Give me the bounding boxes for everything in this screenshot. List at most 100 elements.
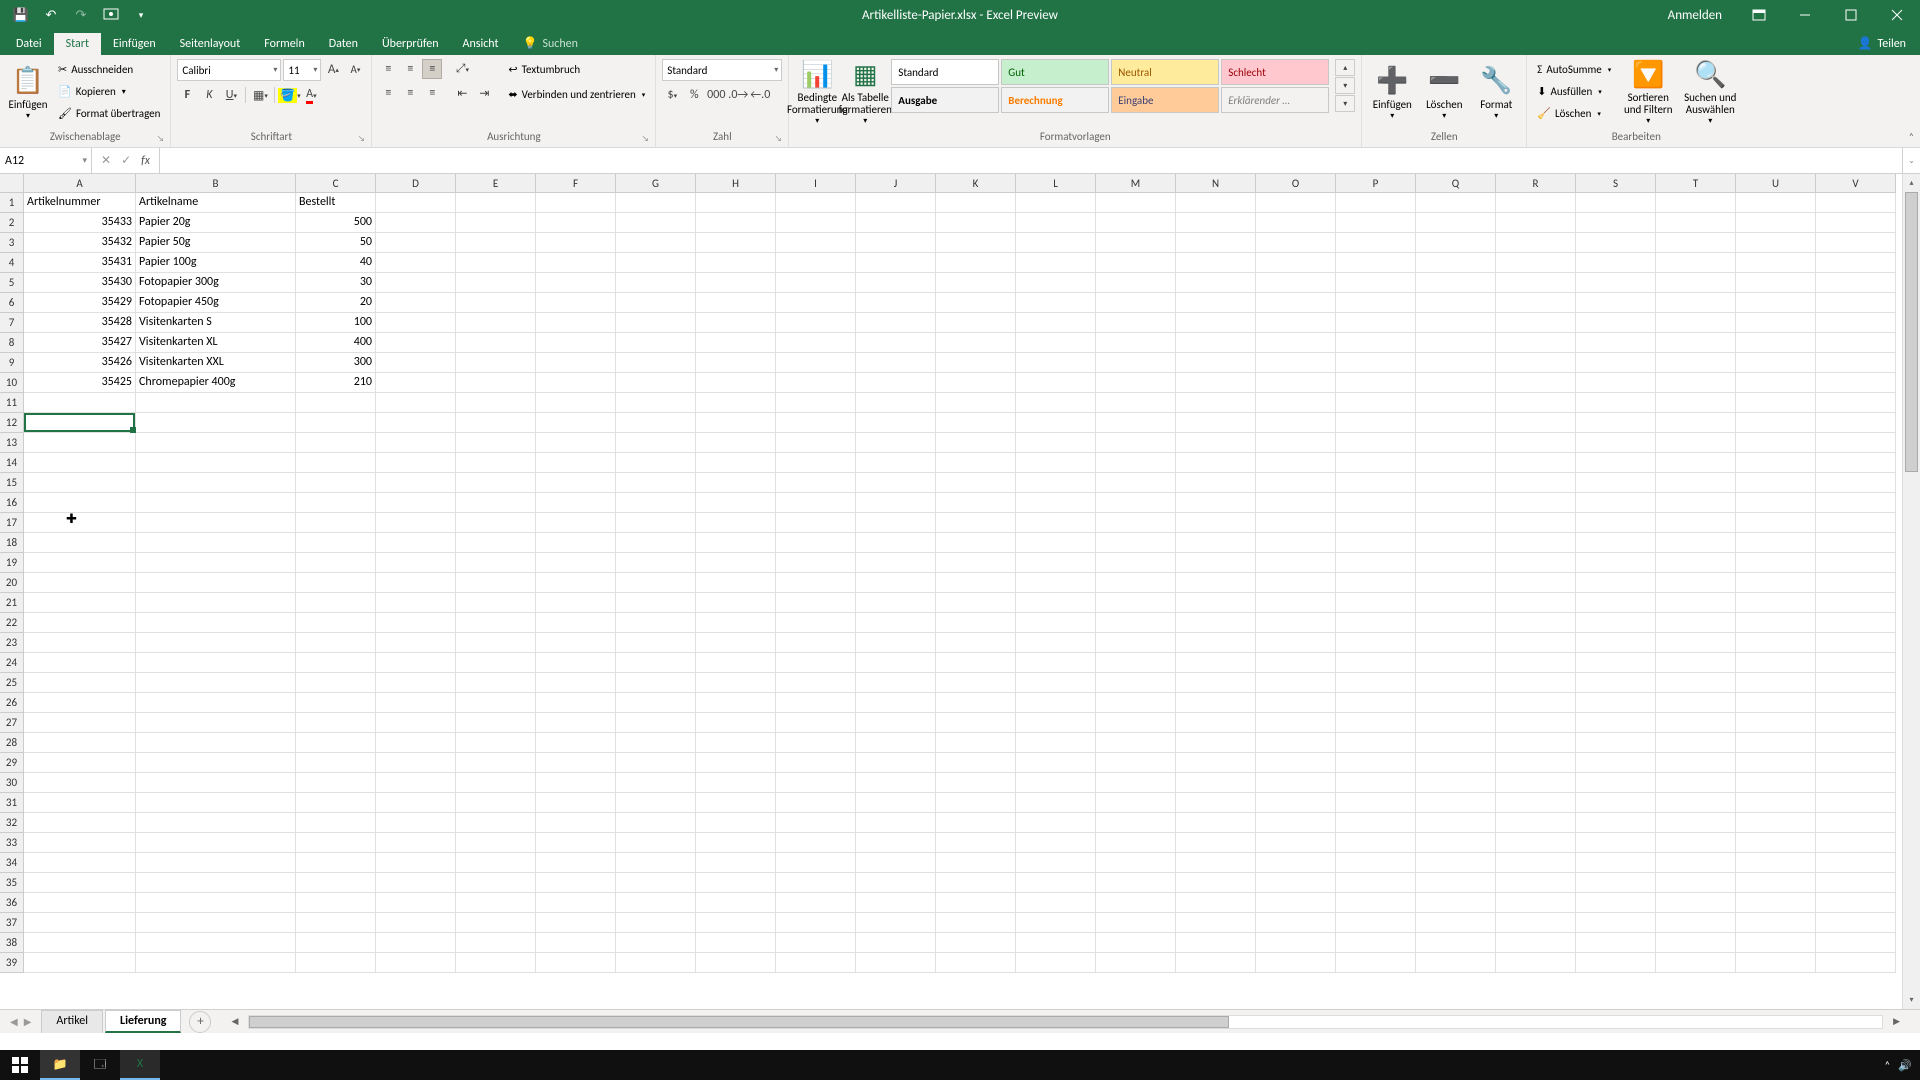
cell-I11[interactable] xyxy=(776,393,856,413)
cell-T11[interactable] xyxy=(1656,393,1736,413)
cell-F17[interactable] xyxy=(536,513,616,533)
cell-N2[interactable] xyxy=(1176,213,1256,233)
cell-Q26[interactable] xyxy=(1416,693,1496,713)
align-left-icon[interactable]: ≡ xyxy=(378,83,398,103)
cell-G17[interactable] xyxy=(616,513,696,533)
cell-M38[interactable] xyxy=(1096,933,1176,953)
cell-E3[interactable] xyxy=(456,233,536,253)
cell-U27[interactable] xyxy=(1736,713,1816,733)
cell-T14[interactable] xyxy=(1656,453,1736,473)
cell-H27[interactable] xyxy=(696,713,776,733)
cell-K20[interactable] xyxy=(936,573,1016,593)
cell-R23[interactable] xyxy=(1496,633,1576,653)
cell-R5[interactable] xyxy=(1496,273,1576,293)
cell-K37[interactable] xyxy=(936,913,1016,933)
ribbon-tab-ansicht[interactable]: Ansicht xyxy=(451,33,511,55)
cell-C16[interactable] xyxy=(296,493,376,513)
increase-decimal-icon[interactable]: .0→ xyxy=(728,85,748,105)
cell-N17[interactable] xyxy=(1176,513,1256,533)
col-header-E[interactable]: E xyxy=(456,174,536,193)
font-launcher-icon[interactable]: ↘ xyxy=(355,133,367,145)
style-schlecht[interactable]: Schlecht xyxy=(1221,59,1329,85)
cell-F5[interactable] xyxy=(536,273,616,293)
cell-L14[interactable] xyxy=(1016,453,1096,473)
cell-N3[interactable] xyxy=(1176,233,1256,253)
cell-F19[interactable] xyxy=(536,553,616,573)
cell-P4[interactable] xyxy=(1336,253,1416,273)
cell-H2[interactable] xyxy=(696,213,776,233)
cell-V19[interactable] xyxy=(1816,553,1896,573)
styles-more-icon[interactable]: ▾ xyxy=(1335,95,1355,112)
row-header-37[interactable]: 37 xyxy=(0,913,24,933)
row-header-31[interactable]: 31 xyxy=(0,793,24,813)
cell-L33[interactable] xyxy=(1016,833,1096,853)
cell-R38[interactable] xyxy=(1496,933,1576,953)
cell-I3[interactable] xyxy=(776,233,856,253)
col-header-V[interactable]: V xyxy=(1816,174,1896,193)
cell-U1[interactable] xyxy=(1736,193,1816,213)
cell-C11[interactable] xyxy=(296,393,376,413)
cell-C24[interactable] xyxy=(296,653,376,673)
cell-K5[interactable] xyxy=(936,273,1016,293)
row-header-32[interactable]: 32 xyxy=(0,813,24,833)
cell-U12[interactable] xyxy=(1736,413,1816,433)
vertical-scrollbar[interactable]: ▴ ▾ xyxy=(1902,174,1920,1009)
cell-J12[interactable] xyxy=(856,413,936,433)
col-header-J[interactable]: J xyxy=(856,174,936,193)
cell-U10[interactable] xyxy=(1736,373,1816,393)
qat-more-icon[interactable]: ▾ xyxy=(130,4,152,26)
cell-J4[interactable] xyxy=(856,253,936,273)
cell-E37[interactable] xyxy=(456,913,536,933)
cell-D33[interactable] xyxy=(376,833,456,853)
cell-F16[interactable] xyxy=(536,493,616,513)
cell-K23[interactable] xyxy=(936,633,1016,653)
style-ausgabe[interactable]: Ausgabe xyxy=(891,87,999,113)
cell-I39[interactable] xyxy=(776,953,856,973)
italic-icon[interactable]: K xyxy=(199,85,219,105)
cell-T28[interactable] xyxy=(1656,733,1736,753)
cell-T32[interactable] xyxy=(1656,813,1736,833)
cell-F36[interactable] xyxy=(536,893,616,913)
cell-B16[interactable] xyxy=(136,493,296,513)
cell-M17[interactable] xyxy=(1096,513,1176,533)
cell-F2[interactable] xyxy=(536,213,616,233)
cell-H6[interactable] xyxy=(696,293,776,313)
cell-B12[interactable] xyxy=(136,413,296,433)
enter-formula-icon[interactable]: ✓ xyxy=(118,153,134,168)
styles-scroll-up-icon[interactable]: ▴ xyxy=(1335,59,1355,76)
cell-U8[interactable] xyxy=(1736,333,1816,353)
cell-U29[interactable] xyxy=(1736,753,1816,773)
cell-Q39[interactable] xyxy=(1416,953,1496,973)
cell-S4[interactable] xyxy=(1576,253,1656,273)
cell-V1[interactable] xyxy=(1816,193,1896,213)
cell-V28[interactable] xyxy=(1816,733,1896,753)
autosum-button[interactable]: ΣAutoSumme▾ xyxy=(1533,59,1615,80)
cell-F10[interactable] xyxy=(536,373,616,393)
cell-S7[interactable] xyxy=(1576,313,1656,333)
cell-G36[interactable] xyxy=(616,893,696,913)
col-header-I[interactable]: I xyxy=(776,174,856,193)
cell-E16[interactable] xyxy=(456,493,536,513)
cell-V25[interactable] xyxy=(1816,673,1896,693)
cell-B25[interactable] xyxy=(136,673,296,693)
cell-U3[interactable] xyxy=(1736,233,1816,253)
cell-H32[interactable] xyxy=(696,813,776,833)
cell-T20[interactable] xyxy=(1656,573,1736,593)
cell-A31[interactable] xyxy=(24,793,136,813)
cell-J18[interactable] xyxy=(856,533,936,553)
cell-T13[interactable] xyxy=(1656,433,1736,453)
style-standard[interactable]: Standard xyxy=(891,59,999,85)
cell-S35[interactable] xyxy=(1576,873,1656,893)
cell-J16[interactable] xyxy=(856,493,936,513)
cell-H37[interactable] xyxy=(696,913,776,933)
cell-G7[interactable] xyxy=(616,313,696,333)
cell-D10[interactable] xyxy=(376,373,456,393)
cell-A19[interactable] xyxy=(24,553,136,573)
cell-P33[interactable] xyxy=(1336,833,1416,853)
cell-D13[interactable] xyxy=(376,433,456,453)
cell-T38[interactable] xyxy=(1656,933,1736,953)
cell-I10[interactable] xyxy=(776,373,856,393)
cell-V24[interactable] xyxy=(1816,653,1896,673)
decrease-decimal-icon[interactable]: ←.0 xyxy=(750,85,770,105)
cell-S32[interactable] xyxy=(1576,813,1656,833)
